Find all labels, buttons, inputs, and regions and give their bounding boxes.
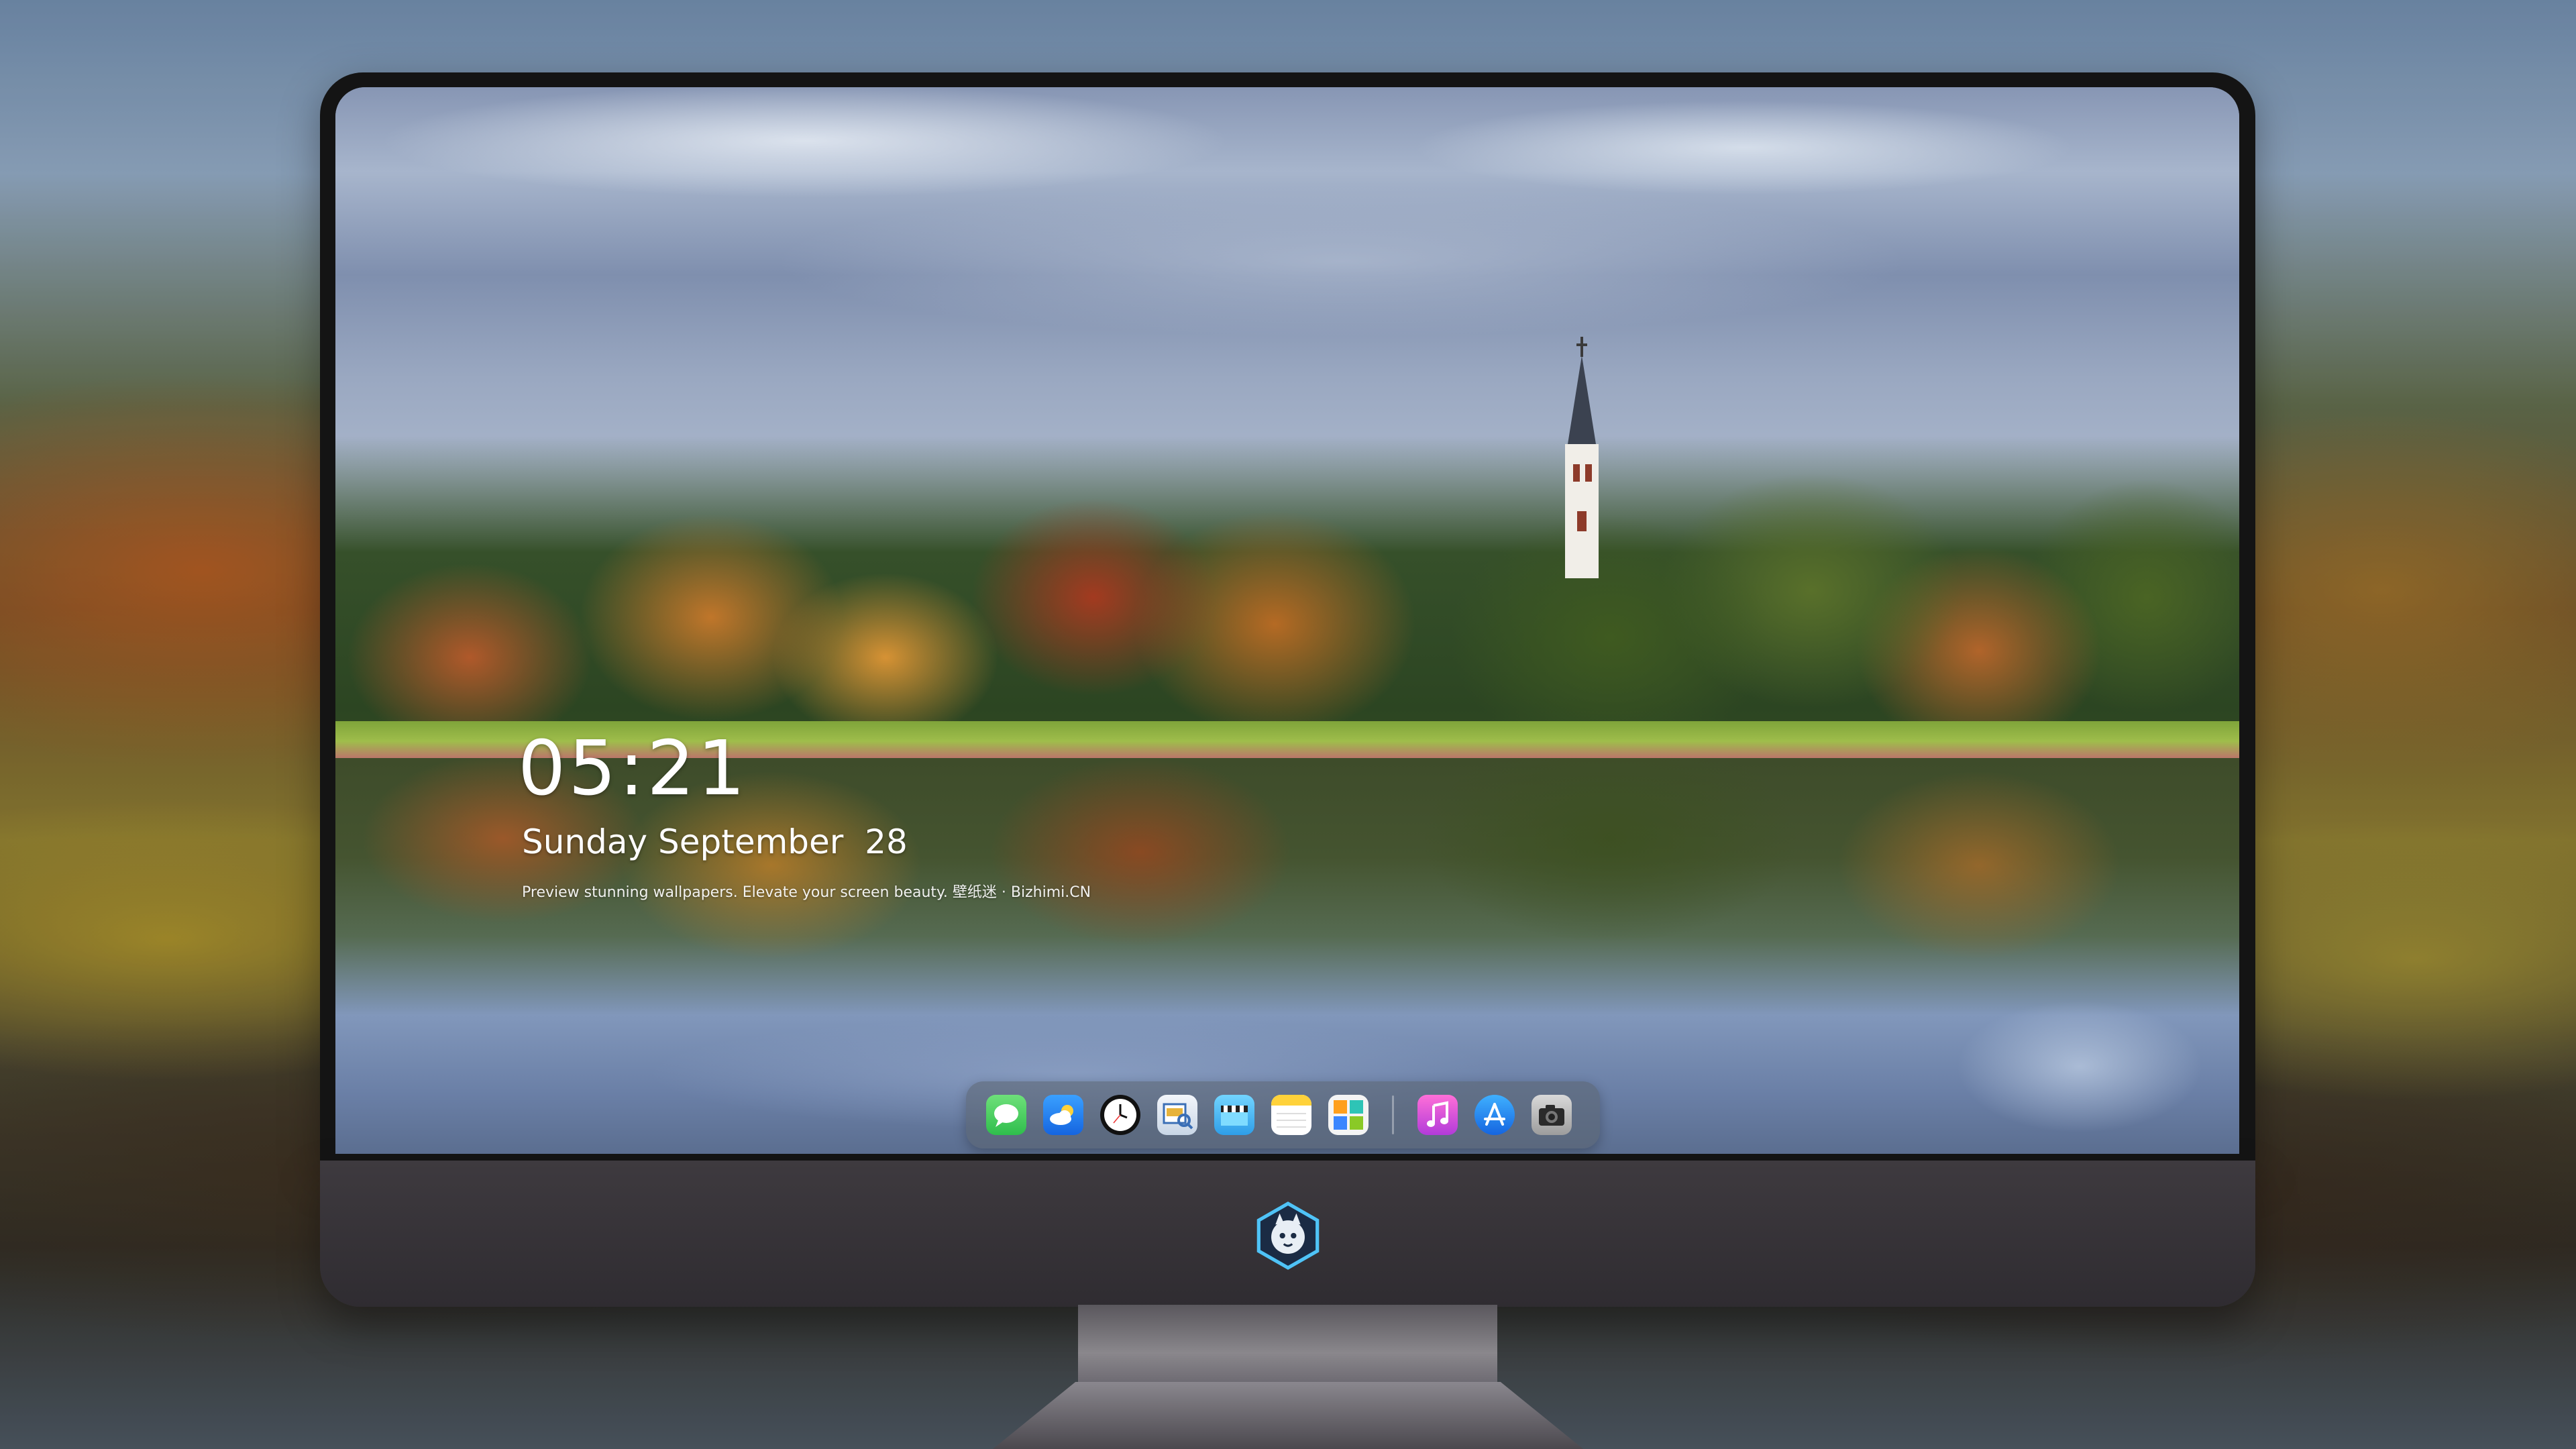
church-steeple [1565, 337, 1599, 578]
clips-icon[interactable] [1214, 1095, 1254, 1135]
dock [966, 1081, 1600, 1148]
app-store-icon[interactable] [1474, 1095, 1515, 1135]
weather-icon[interactable] [1043, 1095, 1083, 1135]
monitor-stand-foot [993, 1382, 1583, 1449]
photo-booth-icon[interactable] [1328, 1095, 1368, 1135]
camera-icon[interactable] [1532, 1095, 1572, 1135]
lock-screen-date: Sunday September 28 [522, 822, 908, 861]
brand-logo-icon [1253, 1201, 1323, 1271]
preview-icon[interactable] [1157, 1095, 1197, 1135]
messages-icon[interactable] [986, 1095, 1026, 1135]
monitor-stand-neck [1078, 1305, 1497, 1385]
dock-separator [1392, 1095, 1394, 1134]
itunes-icon[interactable] [1417, 1095, 1458, 1135]
lock-screen: 05:21 Sunday September 28 Preview stunni… [335, 87, 2239, 1154]
clock-icon[interactable] [1100, 1095, 1140, 1135]
lock-screen-clock: 05:21 [518, 725, 748, 812]
wallpaper-credit-text: Preview stunning wallpapers. Elevate you… [522, 884, 1091, 901]
notes-icon[interactable] [1271, 1095, 1311, 1135]
